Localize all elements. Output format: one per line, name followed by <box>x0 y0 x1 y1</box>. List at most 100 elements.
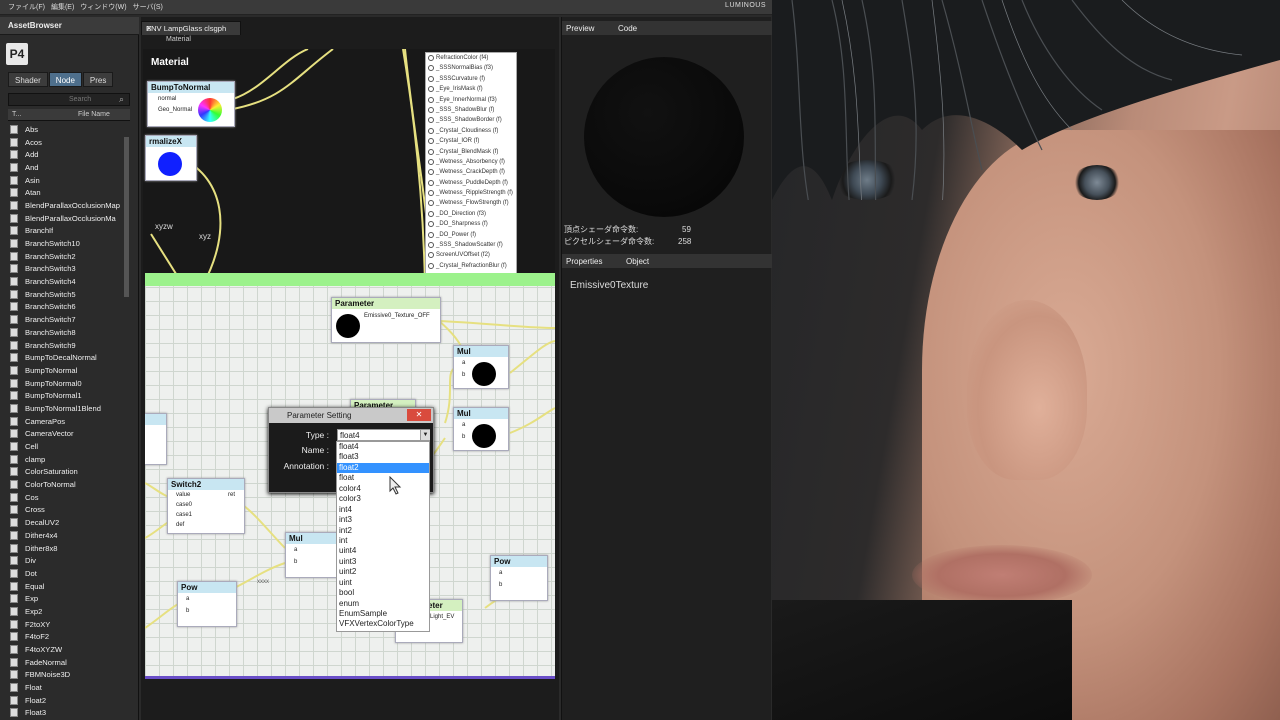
type-option[interactable]: float3 <box>337 452 429 462</box>
switch-port-value[interactable]: value <box>176 492 190 498</box>
node-list-item[interactable]: DecalUV2 <box>10 516 130 529</box>
node-list-item[interactable]: Float3 <box>10 707 130 720</box>
material-port[interactable]: _Crystal_IOR (f) <box>426 136 516 146</box>
node-list-item[interactable]: Cell <box>10 440 130 453</box>
node-list-item[interactable]: BranchSwitch10 <box>10 237 130 250</box>
tab-shader[interactable]: Shader <box>8 72 48 87</box>
type-option[interactable]: int <box>337 536 429 546</box>
node-list-item[interactable]: BranchSwitch2 <box>10 250 130 263</box>
node-list-item[interactable]: Cos <box>10 491 130 504</box>
dialog-close-button[interactable]: ✕ <box>407 409 431 421</box>
type-option[interactable]: bool <box>337 588 429 598</box>
mul1-port-b[interactable]: b <box>462 372 465 378</box>
pow2-port-a[interactable]: a <box>499 570 502 576</box>
material-port[interactable]: _Wetness_CrackDepth (f) <box>426 167 516 177</box>
pow1-port-b[interactable]: b <box>186 608 189 614</box>
mul-node-1[interactable]: Mul a b <box>453 345 509 389</box>
mul2-port-b[interactable]: b <box>462 434 465 440</box>
type-option[interactable]: enum <box>337 599 429 609</box>
search-input[interactable]: Search ⌕ <box>8 93 130 106</box>
tab-code[interactable]: Code <box>618 24 637 33</box>
tab-properties[interactable]: Properties <box>566 257 602 266</box>
node-list-item[interactable]: Exp <box>10 592 130 605</box>
search-icon[interactable]: ⌕ <box>119 94 124 105</box>
mul1-port-a[interactable]: a <box>462 360 465 366</box>
switch-port-ret[interactable]: ret <box>228 492 235 498</box>
type-option[interactable]: color4 <box>337 484 429 494</box>
tab-preset[interactable]: Pres <box>82 72 114 87</box>
node-list-item[interactable]: Add <box>10 148 130 161</box>
node-list-item[interactable]: CameraVector <box>10 428 130 441</box>
material-output-node[interactable]: RefractionColor (f4) _SSSNormalBias (f3) _… <box>425 52 517 285</box>
node-list-item[interactable]: BumpToNormal1 <box>10 389 130 402</box>
material-port[interactable]: _Wetness_PuddleDepth (f) <box>426 178 516 188</box>
graph-tab[interactable]: ENV LampGlass clsgph ✕ <box>141 21 241 35</box>
type-option[interactable]: VFXVertexColorType <box>337 619 429 629</box>
type-select[interactable]: float4 <box>337 429 430 441</box>
material-port[interactable]: _Crystal_RefractionBlur (f) <box>426 261 516 271</box>
material-port[interactable]: ScreenUVOffset (f2) <box>426 250 516 260</box>
node-list-item[interactable]: F4toXYZW <box>10 643 130 656</box>
node-list-item[interactable]: Atan <box>10 186 130 199</box>
pow-node-1[interactable]: Pow a b <box>177 581 237 627</box>
node-list-item[interactable]: BranchSwitch7 <box>10 313 130 326</box>
mul3-port-a[interactable]: a <box>294 547 297 553</box>
tab-node[interactable]: Node <box>48 72 82 87</box>
material-port[interactable]: _SSS_ShadowBorder (f) <box>426 115 516 125</box>
light-port[interactable]: Light_EV <box>430 614 454 620</box>
menu-server[interactable]: サーバ(S) <box>133 2 163 12</box>
node-list-item[interactable]: BumpToNormal0 <box>10 377 130 390</box>
node-list-item[interactable]: ColorToNormal <box>10 478 130 491</box>
type-option[interactable]: color3 <box>337 494 429 504</box>
material-port[interactable]: _Crystal_Cloudiness (f) <box>426 126 516 136</box>
mul3-port-b[interactable]: b <box>294 559 297 565</box>
node-list-item[interactable]: Float <box>10 681 130 694</box>
upper-graph-canvas[interactable]: Material BumpToNormal normal Geo_Normal … <box>143 49 555 285</box>
type-option[interactable]: float <box>337 473 429 483</box>
node-list-item[interactable]: Float2 <box>10 694 130 707</box>
material-preview-sphere[interactable] <box>584 57 744 217</box>
node-list-item[interactable]: Acos <box>10 136 130 149</box>
normalize-node[interactable]: rmalizeX <box>145 135 197 181</box>
close-icon[interactable]: ✕ <box>146 24 152 33</box>
node-list-item[interactable]: Exp2 <box>10 605 130 618</box>
material-port[interactable]: RefractionColor (f4) <box>426 53 516 63</box>
node-list-item[interactable]: BranchSwitch8 <box>10 326 130 339</box>
material-port[interactable]: _SSS_ShadowBlur (f) <box>426 105 516 115</box>
type-option[interactable]: uint <box>337 578 429 588</box>
list-scrollbar[interactable] <box>124 137 129 297</box>
node-list-item[interactable]: ColorSaturation <box>10 466 130 479</box>
node-list-item[interactable]: BranchSwitch9 <box>10 339 130 352</box>
node-list-item[interactable]: BumpToNormal <box>10 364 130 377</box>
type-option[interactable]: float2 <box>337 462 429 474</box>
tab-object[interactable]: Object <box>626 257 649 266</box>
node-list-item[interactable]: BranchIf <box>10 225 130 238</box>
node-list-item[interactable]: Dot <box>10 567 130 580</box>
node-list-item[interactable]: BlendParallaxOcclusionMap <box>10 199 130 212</box>
node-list-item[interactable]: Dither4x4 <box>10 529 130 542</box>
mul-node-3[interactable]: Mul a b <box>285 532 341 578</box>
bump-to-normal-node[interactable]: BumpToNormal normal Geo_Normal <box>147 81 235 127</box>
material-port[interactable]: _DO_Sharpness (f) <box>426 219 516 229</box>
material-port[interactable]: _SSSNormalBias (f3) <box>426 63 516 73</box>
material-port[interactable]: _DO_Power (f) <box>426 230 516 240</box>
parameter-port-emissive[interactable]: Emissive0_Texture_OFF <box>364 313 430 319</box>
node-list-item[interactable]: BranchSwitch3 <box>10 263 130 276</box>
material-port[interactable]: _Wetness_Absorbency (f) <box>426 157 516 167</box>
material-port[interactable]: _DO_Direction (f3) <box>426 209 516 219</box>
node-list-item[interactable]: BlendParallaxOcclusionMa <box>10 212 130 225</box>
node-list-item[interactable]: Cross <box>10 504 130 517</box>
col-file-name[interactable]: File Name <box>78 111 110 118</box>
material-port[interactable]: _Eye_InnerNormal (f3) <box>426 95 516 105</box>
material-port[interactable]: _Wetness_RippleStrength (f) <box>426 188 516 198</box>
node-list-item[interactable]: Equal <box>10 580 130 593</box>
tab-preview[interactable]: Preview <box>566 24 594 33</box>
node-list-item[interactable]: CameraPos <box>10 415 130 428</box>
mul-node-2[interactable]: Mul a b <box>453 407 509 451</box>
parameter-node-emissive[interactable]: Parameter Emissive0_Texture_OFF <box>331 297 441 343</box>
type-option[interactable]: int2 <box>337 526 429 536</box>
node-list-item[interactable]: Dither8x8 <box>10 542 130 555</box>
type-option[interactable]: uint3 <box>337 557 429 567</box>
material-port[interactable]: _SSSCurvature (f) <box>426 74 516 84</box>
pow1-port-a[interactable]: a <box>186 596 189 602</box>
